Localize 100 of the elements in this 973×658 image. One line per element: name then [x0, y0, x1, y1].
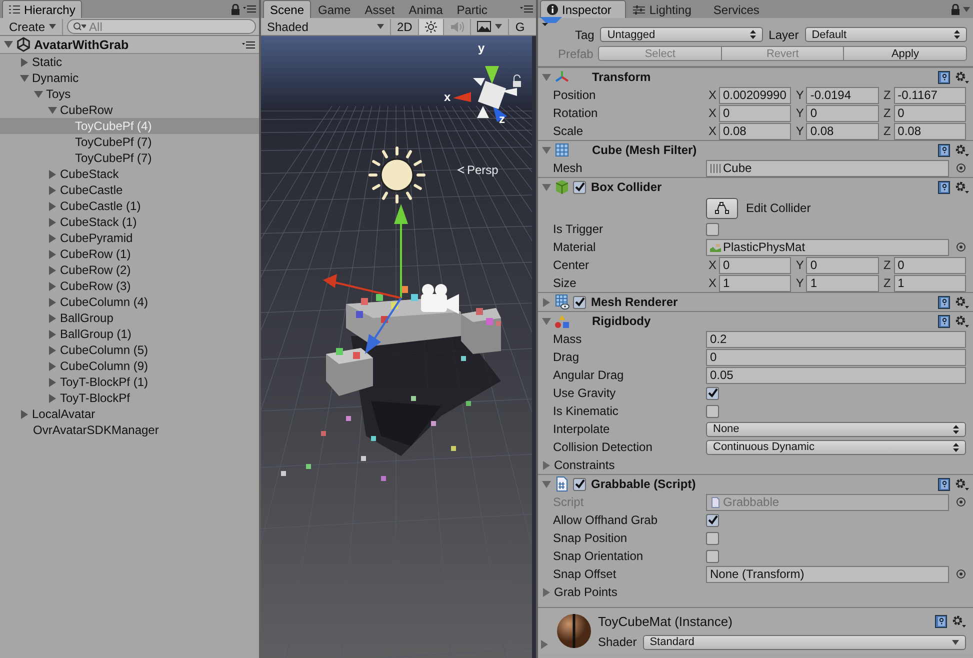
- number-field[interactable]: 0.2: [706, 330, 966, 348]
- lighting-toggle[interactable]: [419, 18, 444, 34]
- gizmos-dropdown[interactable]: G: [509, 18, 531, 34]
- foldout-arrow-icon[interactable]: [20, 74, 29, 82]
- foldout-arrow-icon[interactable]: [48, 282, 57, 290]
- help-book-icon[interactable]: [938, 314, 950, 328]
- foldout-arrow-icon[interactable]: [542, 72, 551, 82]
- hierarchy-item[interactable]: Toys: [0, 86, 259, 102]
- draw-mode-dropdown[interactable]: Shaded: [261, 18, 391, 34]
- gear-icon[interactable]: [952, 614, 966, 628]
- layer-dropdown[interactable]: Default: [804, 27, 968, 42]
- small-lock-icon[interactable]: [513, 74, 521, 87]
- foldout-arrow-icon[interactable]: [48, 250, 57, 258]
- shader-dropdown[interactable]: Standard: [642, 634, 966, 650]
- hierarchy-item[interactable]: BallGroup: [0, 310, 259, 326]
- foldout-arrow-icon[interactable]: [540, 640, 549, 649]
- foldout-arrow-icon[interactable]: [542, 480, 551, 488]
- hierarchy-item[interactable]: CubeRow (1): [0, 246, 259, 262]
- projection-label[interactable]: Persp: [457, 163, 498, 177]
- foldout-arrow-icon[interactable]: [48, 106, 57, 114]
- help-book-icon[interactable]: [938, 478, 950, 490]
- checkbox[interactable]: [706, 386, 719, 400]
- checkbox[interactable]: [706, 550, 719, 562]
- foldout-arrow-icon[interactable]: [542, 588, 551, 596]
- hierarchy-item[interactable]: CubeColumn (9): [0, 358, 259, 374]
- foldout-arrow-icon[interactable]: [48, 202, 57, 210]
- component-header[interactable]: Box Collider: [538, 177, 973, 196]
- inspector-tab[interactable]: Lighting: [626, 1, 706, 18]
- gear-icon[interactable]: [955, 180, 969, 194]
- hierarchy-tab[interactable]: Hierarchy: [2, 0, 82, 18]
- hierarchy-item[interactable]: CubeColumn (4): [0, 294, 259, 310]
- gear-icon[interactable]: [955, 70, 969, 84]
- hierarchy-item[interactable]: CubeCastle: [0, 182, 259, 198]
- gear-icon[interactable]: [955, 314, 969, 328]
- number-field[interactable]: 0.08: [806, 122, 879, 140]
- hierarchy-item[interactable]: ToyCubePf (7): [0, 150, 259, 166]
- foldout-arrow-icon[interactable]: [48, 330, 57, 338]
- prefab-button[interactable]: Apply: [843, 46, 967, 61]
- hierarchy-item[interactable]: ToyT-BlockPf: [0, 390, 259, 406]
- checkbox[interactable]: [706, 514, 719, 526]
- object-picker-icon[interactable]: [956, 497, 966, 507]
- hierarchy-item[interactable]: CubeColumn (5): [0, 342, 259, 358]
- foldout-arrow-icon[interactable]: [48, 186, 57, 194]
- gear-icon[interactable]: [955, 296, 969, 308]
- checkbox[interactable]: [706, 222, 719, 236]
- foldout-arrow-icon[interactable]: [48, 218, 57, 226]
- gear-icon[interactable]: [955, 478, 969, 490]
- scene-tab[interactable]: Asset: [358, 1, 402, 18]
- component-header[interactable]: Transform: [538, 67, 973, 86]
- object-picker-icon[interactable]: [956, 242, 966, 252]
- object-field[interactable]: PlasticPhysMat: [706, 238, 949, 256]
- help-book-icon[interactable]: [935, 614, 947, 628]
- hierarchy-item[interactable]: ToyCubePf (7): [0, 134, 259, 150]
- menu-icon[interactable]: [242, 40, 255, 48]
- foldout-arrow-icon[interactable]: [542, 298, 551, 306]
- number-field[interactable]: 1: [806, 274, 879, 292]
- inspector-tab[interactable]: Services: [706, 1, 774, 18]
- object-picker-icon[interactable]: [956, 163, 966, 173]
- number-field[interactable]: 0: [806, 104, 879, 122]
- number-field[interactable]: -0.0194: [806, 86, 879, 104]
- number-field[interactable]: 0: [806, 256, 879, 274]
- hierarchy-item[interactable]: CubeRow (2): [0, 262, 259, 278]
- hierarchy-item[interactable]: Static: [0, 54, 259, 70]
- foldout-arrow-icon[interactable]: [20, 58, 29, 66]
- foldout-label[interactable]: Constraints: [554, 458, 615, 472]
- number-field[interactable]: 0: [719, 256, 792, 274]
- foldout-arrow-icon[interactable]: [34, 90, 43, 98]
- foldout-arrow-icon[interactable]: [542, 460, 551, 470]
- hierarchy-item[interactable]: BallGroup (1): [0, 326, 259, 342]
- hierarchy-item[interactable]: CubeStack: [0, 166, 259, 182]
- number-field[interactable]: 0.08: [719, 122, 792, 140]
- tag-dropdown[interactable]: Untagged: [600, 27, 763, 42]
- help-book-icon[interactable]: [938, 180, 950, 194]
- menu-icon[interactable]: [243, 5, 256, 13]
- foldout-arrow-icon[interactable]: [48, 298, 57, 306]
- number-field[interactable]: 1: [719, 274, 792, 292]
- hierarchy-item[interactable]: CubeRow: [0, 102, 259, 118]
- object-field[interactable]: Cube: [706, 160, 949, 176]
- hierarchy-item[interactable]: ToyT-BlockPf (1): [0, 374, 259, 390]
- hierarchy-item[interactable]: OvrAvatarSDKManager: [0, 422, 259, 438]
- foldout-label[interactable]: Grab Points: [554, 585, 618, 599]
- foldout-arrow-icon[interactable]: [4, 40, 13, 49]
- object-field[interactable]: None (Transform): [706, 566, 949, 582]
- foldout-arrow-icon[interactable]: [542, 182, 551, 192]
- hierarchy-item[interactable]: CubeRow (3): [0, 278, 259, 294]
- foldout-arrow-icon[interactable]: [542, 316, 551, 326]
- create-dropdown[interactable]: Create: [3, 18, 64, 34]
- help-book-icon[interactable]: [938, 296, 950, 308]
- dropdown[interactable]: Continuous Dynamic: [706, 440, 966, 454]
- foldout-arrow-icon[interactable]: [48, 362, 57, 370]
- help-book-icon[interactable]: [938, 70, 950, 84]
- number-field[interactable]: 0.08: [894, 122, 966, 140]
- scene-header[interactable]: AvatarWithGrab: [0, 36, 259, 54]
- number-field[interactable]: 0: [894, 256, 966, 274]
- checkbox[interactable]: [706, 404, 719, 418]
- lock-icon[interactable]: [231, 4, 240, 14]
- foldout-arrow-icon[interactable]: [48, 314, 57, 322]
- help-book-icon[interactable]: [938, 144, 950, 156]
- checkbox[interactable]: [706, 532, 719, 544]
- component-header[interactable]: Mesh Renderer: [538, 292, 973, 311]
